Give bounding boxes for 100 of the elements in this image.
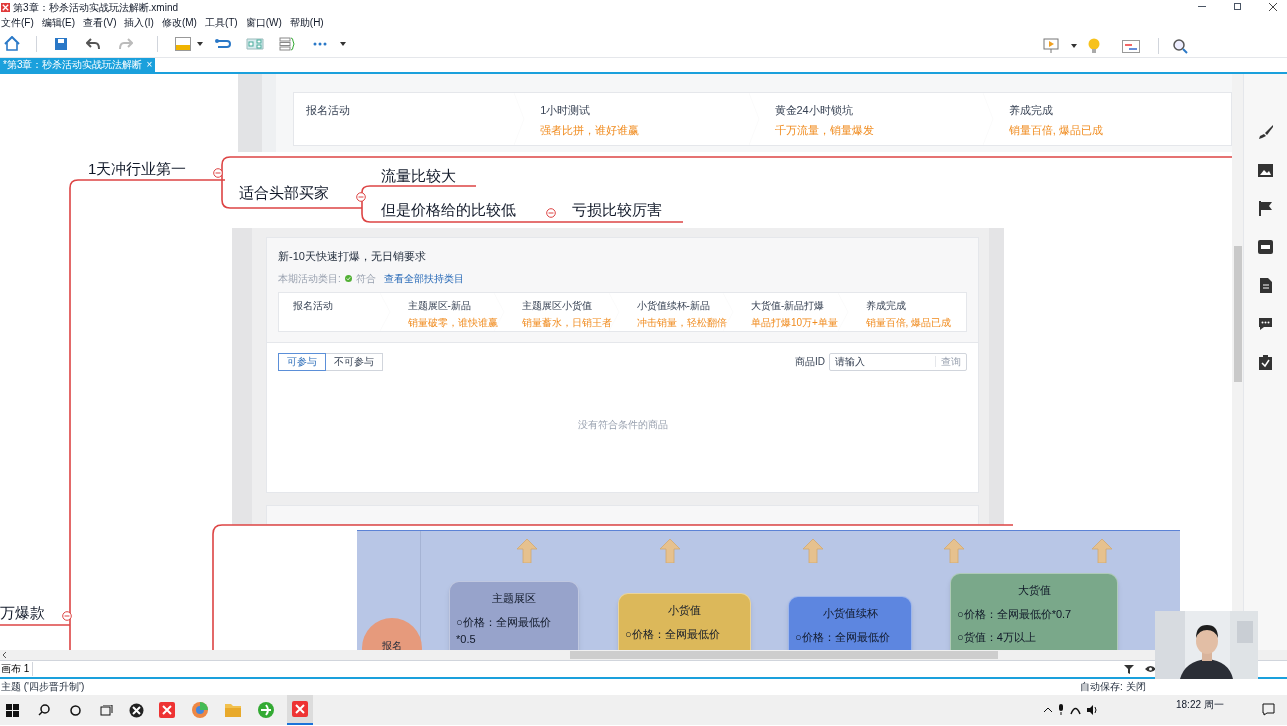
image-icon[interactable] <box>1258 164 1273 177</box>
topic-label[interactable]: 1天冲行业第一 <box>88 158 187 181</box>
close-icon[interactable] <box>1269 2 1277 11</box>
stage-title: 主题展区 <box>492 591 536 606</box>
topic-label[interactable]: 万爆款 <box>0 602 45 625</box>
xmind-app-icon[interactable] <box>292 701 308 717</box>
step-subtitle: 销量蓄水，日销王者 <box>522 315 613 330</box>
summary-icon[interactable] <box>279 36 295 51</box>
stage-title: 小货值 <box>668 603 701 618</box>
text-format-icon[interactable] <box>1258 240 1273 254</box>
topic-label[interactable]: 适合头部买家 <box>239 182 329 205</box>
step-subtitle: 冲击销量，轻松翻倍 <box>636 315 728 330</box>
up-arrow-icon <box>517 539 537 563</box>
menu-item[interactable]: 修改(M) <box>161 14 197 30</box>
search-icon[interactable] <box>38 704 50 716</box>
scrollbar-thumb[interactable] <box>1233 246 1242 382</box>
save-icon[interactable] <box>54 36 68 51</box>
empty-message: 没有符合条件的商品 <box>577 417 668 432</box>
stage-text: ○价格：全网最低价 <box>795 629 890 645</box>
sheet-tab[interactable]: 画布 1 <box>0 662 34 676</box>
step-title: 主题展区-新品 <box>407 298 472 313</box>
windows-start-icon[interactable] <box>6 703 19 717</box>
menu-item[interactable]: 文件(F) <box>1 14 34 30</box>
step-title: 黄金24小时锁坑 <box>774 103 854 118</box>
browser-icon[interactable] <box>192 702 208 718</box>
xmind-app-icon[interactable] <box>159 702 175 718</box>
menu-item[interactable]: 窗口(W) <box>245 14 282 30</box>
collapse-icon[interactable] <box>546 208 556 218</box>
menu-item[interactable]: 查看(V) <box>83 14 117 30</box>
presentation-icon[interactable] <box>1043 38 1059 54</box>
stage-text: *0.5 <box>456 631 477 647</box>
taskbar-clock[interactable]: 18:22 周一 <box>1176 697 1224 712</box>
topic-label[interactable]: 但是价格给的比较低 <box>381 199 516 222</box>
filter-tab[interactable]: 不可参与 <box>325 352 383 371</box>
scrollbar-thumb[interactable] <box>570 651 998 659</box>
task-view-icon[interactable] <box>100 704 113 716</box>
topic-style-icon[interactable] <box>175 36 191 51</box>
stage-title: 大货值 <box>1017 583 1051 598</box>
topic-label[interactable]: 亏损比较厉害 <box>572 199 662 222</box>
outline-icon[interactable] <box>1122 39 1140 53</box>
menu-item[interactable]: 插入(I) <box>124 14 154 30</box>
home-icon[interactable] <box>4 36 20 51</box>
up-arrow-icon <box>944 539 964 563</box>
step-subtitle: 强者比拼，谁好谁赢 <box>540 122 641 138</box>
stage-text: ○价格：全网最低价 <box>456 614 551 630</box>
step-title: 1小时测试 <box>540 103 592 118</box>
stage-text: ○价格：全网最低价*0.7 <box>957 606 1072 622</box>
relationship-icon[interactable] <box>215 36 231 51</box>
task-icon[interactable] <box>1259 355 1272 370</box>
search-icon[interactable] <box>1173 38 1188 54</box>
menu-item[interactable]: 工具(T) <box>204 14 238 30</box>
step-title: 报名活动 <box>293 298 334 313</box>
app-logo-icon <box>1 2 10 12</box>
app-icon[interactable] <box>129 702 144 718</box>
stage-title: 小货值续杯 <box>822 606 878 621</box>
dropdown-caret-icon[interactable] <box>197 41 203 46</box>
collapse-icon[interactable] <box>356 192 366 202</box>
volume-icon[interactable] <box>1087 704 1098 715</box>
undo-icon[interactable] <box>86 37 100 50</box>
notification-icon[interactable] <box>1262 703 1275 716</box>
product-id-label: 商品ID <box>795 355 825 369</box>
step-subtitle: 千万流量，销量爆发 <box>774 122 875 138</box>
activity-title: 新-10天快速打爆，无日销要求 <box>278 249 427 264</box>
menu-item[interactable]: 帮助(H) <box>289 14 324 30</box>
filter-icon[interactable] <box>1124 665 1134 674</box>
menu-item[interactable]: 编辑(E) <box>41 14 76 30</box>
topic-label[interactable]: 流量比较大 <box>381 165 456 188</box>
comment-icon[interactable] <box>1258 317 1273 331</box>
check-icon <box>344 274 352 282</box>
cortana-icon[interactable] <box>70 704 81 716</box>
chevron-up-icon[interactable] <box>1044 707 1052 712</box>
dropdown-caret-icon[interactable] <box>1071 44 1077 48</box>
up-arrow-icon <box>660 539 680 563</box>
autosave-status: 自动保存: 关闭 <box>1080 680 1146 694</box>
step-title: 养成完成 <box>865 298 907 313</box>
more-icon[interactable] <box>313 41 327 46</box>
step-subtitle: 单品打爆10万+单量 <box>751 315 839 330</box>
step-title: 养成完成 <box>1008 103 1054 118</box>
maximize-button[interactable] <box>1234 3 1241 10</box>
collapse-icon[interactable] <box>62 611 72 621</box>
collapse-icon[interactable] <box>213 168 223 178</box>
flag-icon[interactable] <box>1258 201 1273 216</box>
brush-icon[interactable] <box>1257 124 1274 140</box>
status-text: 主题 ('四步晋升制') <box>1 680 85 694</box>
up-arrow-icon <box>803 539 823 563</box>
step-title: 大货值-新品打爆 <box>751 298 826 313</box>
step-title: 主题展区小货值 <box>522 298 593 313</box>
scroll-left-icon[interactable] <box>2 652 6 658</box>
microphone-icon[interactable] <box>1058 704 1064 715</box>
notes-icon[interactable] <box>1259 278 1272 293</box>
stage-text: ○价格：全网最低价 <box>625 626 720 642</box>
dropdown-caret-icon[interactable] <box>340 41 346 46</box>
filter-tab[interactable]: 可参与 <box>278 352 326 371</box>
browser-icon[interactable] <box>258 702 274 718</box>
step-subtitle: 销量百倍, 爆品已成 <box>1008 122 1104 138</box>
category-status: 符合 <box>355 271 376 286</box>
view-categories-link[interactable]: 查看全部扶持类目 <box>383 270 464 286</box>
step-subtitle: 销量百倍, 爆品已成 <box>865 315 953 330</box>
up-arrow-icon <box>1092 539 1112 563</box>
step-title: 小货值续杯-新品 <box>636 298 711 313</box>
